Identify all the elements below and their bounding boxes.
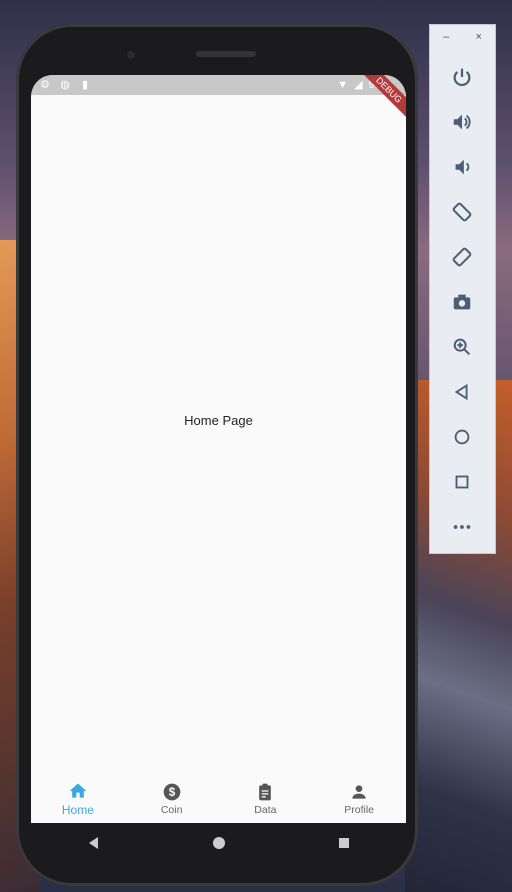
nav-item-data[interactable]: Data xyxy=(219,775,313,823)
home-button[interactable] xyxy=(448,423,476,451)
overview-icon xyxy=(455,475,469,489)
app-screen: ⚙ ◍ ▮ ▼ ◢ 9:03 DEBUG Home Page Home $ Co… xyxy=(31,75,406,823)
more-icon xyxy=(453,525,471,529)
nav-item-coin[interactable]: $ Coin xyxy=(125,775,219,823)
power-icon xyxy=(453,68,471,87)
nav-label: Profile xyxy=(344,804,374,816)
volume-up-button[interactable] xyxy=(448,108,476,136)
bottom-navigation-bar: Home $ Coin Data Profile xyxy=(31,775,406,823)
volume-down-icon xyxy=(455,159,470,175)
nav-item-home[interactable]: Home xyxy=(31,775,125,823)
rotate-left-icon xyxy=(452,202,472,222)
emulator-window-controls: – × xyxy=(430,31,495,51)
dollar-icon: $ xyxy=(163,783,180,801)
svg-text:$: $ xyxy=(168,786,175,799)
sd-card-status-icon: ▮ xyxy=(81,78,89,91)
wifi-icon: ▼ xyxy=(337,78,349,91)
volume-up-icon xyxy=(453,114,471,130)
home-nav-icon[interactable] xyxy=(212,836,226,850)
settings-status-icon: ⚙ xyxy=(40,78,50,91)
home-circle-icon xyxy=(454,429,470,445)
shield-status-icon: ◍ xyxy=(60,78,70,91)
power-button[interactable] xyxy=(448,63,476,91)
rotate-right-icon xyxy=(452,247,472,267)
earpiece-speaker xyxy=(196,51,256,57)
front-camera xyxy=(124,48,138,62)
back-icon xyxy=(454,383,468,401)
camera-icon xyxy=(453,294,471,310)
clipboard-icon xyxy=(259,783,272,801)
home-page-text: Home Page xyxy=(184,413,253,428)
status-bar: ⚙ ◍ ▮ ▼ ◢ 9:03 DEBUG xyxy=(31,75,406,120)
close-button[interactable]: × xyxy=(475,31,481,51)
overview-button[interactable] xyxy=(448,468,476,496)
system-navigation-bar xyxy=(31,823,406,863)
emulator-toolbar: – × xyxy=(429,24,496,554)
zoom-icon xyxy=(453,338,471,356)
signal-icon: ◢ xyxy=(354,79,363,91)
recents-nav-icon[interactable] xyxy=(337,836,351,850)
rotate-right-button[interactable] xyxy=(448,243,476,271)
nav-label: Home xyxy=(61,803,94,817)
back-nav-icon[interactable] xyxy=(87,836,101,850)
nav-label: Data xyxy=(254,804,277,816)
rotate-left-button[interactable] xyxy=(448,198,476,226)
screenshot-button[interactable] xyxy=(448,288,476,316)
more-button[interactable] xyxy=(448,513,476,541)
back-button[interactable] xyxy=(448,378,476,406)
volume-down-button[interactable] xyxy=(448,153,476,181)
zoom-button[interactable] xyxy=(448,333,476,361)
person-icon xyxy=(352,785,366,799)
nav-item-profile[interactable]: Profile xyxy=(312,775,406,823)
minimize-button[interactable]: – xyxy=(443,31,449,51)
nav-label: Coin xyxy=(160,804,183,816)
home-icon xyxy=(69,783,87,798)
